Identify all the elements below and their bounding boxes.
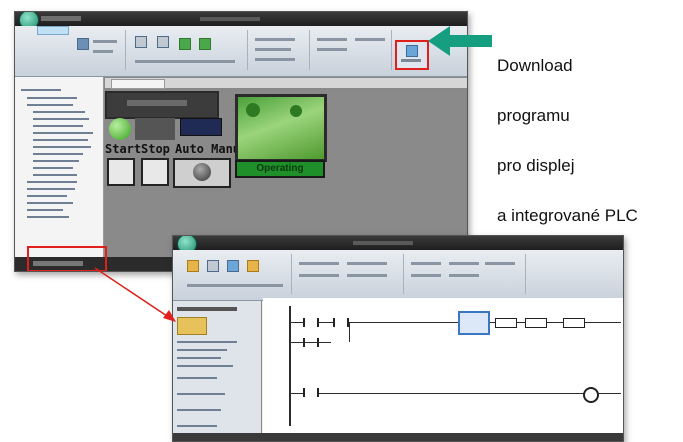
- annotation-line-4: a integrované PLC: [497, 206, 638, 225]
- annotation-line-1: Download: [497, 56, 573, 75]
- annotation-line-3: pro displej: [497, 156, 575, 175]
- download-annotation: Download programu pro displej a integrov…: [497, 28, 638, 253]
- annotation-line-2: programu: [497, 106, 570, 125]
- red-pointer-arrow-icon: [94, 267, 176, 322]
- arrow-left-icon: [428, 26, 492, 56]
